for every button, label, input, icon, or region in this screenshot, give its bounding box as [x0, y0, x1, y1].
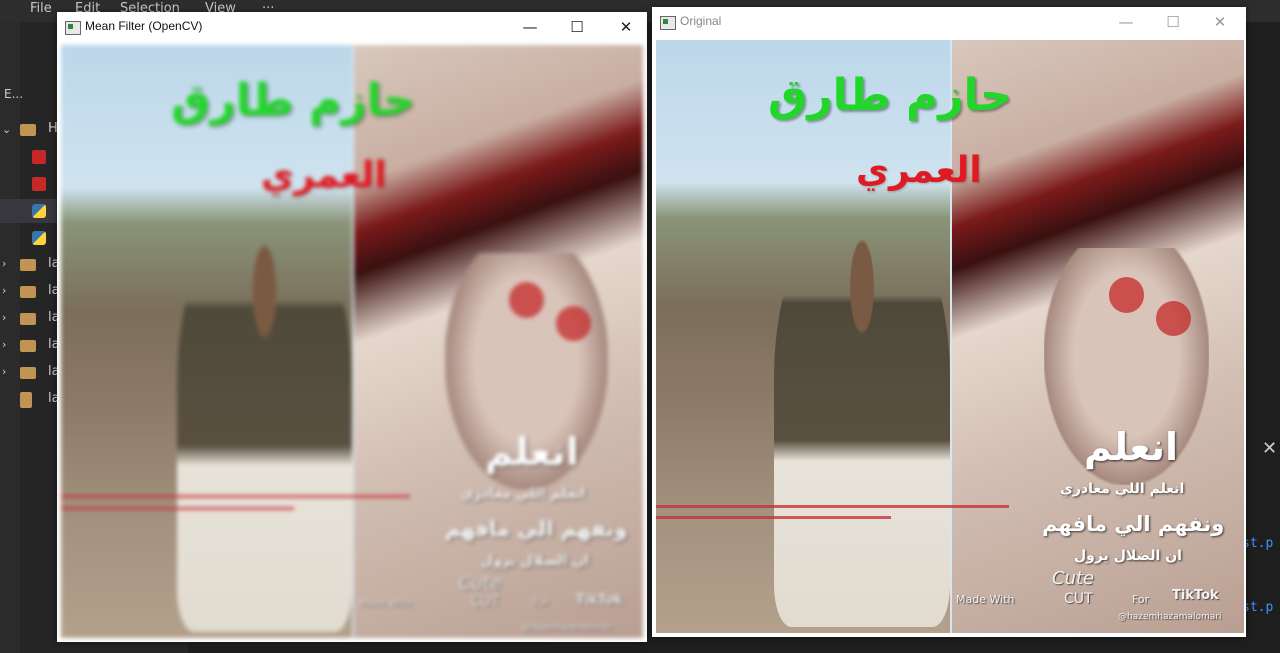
chevron-right-icon: › — [2, 338, 7, 351]
minimize-button[interactable]: — — [1111, 11, 1141, 33]
watermark-handle: @hazemhazamalomari — [1118, 612, 1222, 622]
red-stripe — [61, 507, 294, 510]
tree-item-file[interactable] — [0, 145, 60, 169]
folder-icon — [20, 367, 36, 379]
watermark-tiktok: TikTok — [576, 593, 623, 608]
menu-file[interactable]: File — [30, 1, 52, 16]
maximize-button[interactable]: ☐ — [562, 16, 592, 38]
tree-item-folder[interactable]: › la — [0, 280, 60, 304]
red-stripe — [61, 495, 411, 498]
glasses-lens — [1108, 277, 1145, 313]
tree-item-folder[interactable]: › la — [0, 361, 60, 385]
overlay-line-3: ان الضلال يزول — [481, 553, 589, 569]
overlay-line-2: ونفهم الي مافهم — [445, 517, 628, 541]
red-stripe — [656, 505, 1009, 508]
terminal-line: st.p — [1242, 536, 1274, 551]
window-title: Original — [680, 14, 722, 28]
folder-icon — [20, 313, 36, 325]
tree-item-folder[interactable]: › la — [0, 334, 60, 358]
window-title: Mean Filter (OpenCV) — [85, 19, 203, 33]
tree-item-folder[interactable]: › la — [0, 307, 60, 331]
watermark-for: For — [1132, 593, 1150, 606]
watermark-cute: Cute — [1052, 568, 1095, 589]
maximize-button[interactable]: ☐ — [1158, 11, 1188, 33]
overlay-big-word: انعلم — [1084, 425, 1179, 469]
python-file-icon — [32, 231, 46, 245]
red-stripe — [656, 516, 892, 519]
watermark-cut: CUT — [1064, 591, 1093, 607]
close-button[interactable]: ✕ — [1205, 11, 1235, 33]
tree-item-python[interactable] — [0, 226, 60, 250]
chevron-right-icon: › — [2, 257, 7, 270]
chevron-right-icon: › — [2, 311, 7, 324]
overlay-name-red: العمري — [856, 150, 982, 191]
opencv-app-icon — [65, 21, 81, 35]
overlay-big-word: انعلم — [485, 430, 580, 474]
tree-item-file[interactable] — [0, 172, 60, 196]
person-figure — [773, 211, 950, 628]
watermark-for: For — [533, 598, 549, 609]
glasses-lens — [509, 282, 545, 318]
tree-item-folder[interactable]: › la — [0, 253, 60, 277]
terminal-line: st.p — [1242, 600, 1274, 615]
image-divider — [352, 45, 354, 638]
image-divider — [950, 40, 952, 633]
overlay-name-green: حازم طارق — [171, 75, 415, 126]
mean-filter-window[interactable]: Mean Filter (OpenCV) — ☐ ✕ حازم طارق الع… — [57, 12, 647, 642]
video-file-icon — [32, 177, 46, 191]
video-file-icon — [32, 150, 46, 164]
watermark-made-with: Made With — [359, 598, 413, 609]
watermark-cut: CUT — [471, 594, 500, 610]
folder-icon — [20, 286, 36, 298]
overlay-line-1: انعلم اللي معادري — [461, 486, 586, 502]
original-image: حازم طارق العمري انعلم انعلم اللي معادري… — [656, 40, 1244, 633]
opencv-app-icon — [660, 16, 676, 30]
minimize-button[interactable]: — — [515, 16, 545, 38]
window-titlebar[interactable]: Original — ☐ ✕ — [652, 7, 1246, 37]
person-figure — [177, 216, 352, 633]
overlay-name-red: العمري — [261, 155, 387, 196]
overlay-name-green: حازم طارق — [768, 70, 1012, 121]
overlay-line-2: ونفهم الي مافهم — [1042, 512, 1225, 536]
chevron-right-icon: › — [2, 365, 7, 378]
watermark-tiktok: TikTok — [1172, 588, 1219, 603]
tree-item-root[interactable]: ⌄ H — [0, 118, 60, 142]
terminal-close-icon[interactable]: ✕ — [1262, 438, 1277, 459]
overlay-line-1: انعلم اللي معادري — [1060, 481, 1185, 497]
python-file-icon — [32, 204, 46, 218]
overlay-line-3: ان الضلال يزول — [1074, 548, 1182, 564]
tree-item-file[interactable]: la — [0, 388, 60, 412]
original-window[interactable]: Original — ☐ ✕ حازم طارق العمري انعلم ان… — [652, 7, 1246, 637]
file-tree: ⌄ H › la › la › la › la › la la — [0, 118, 60, 418]
folder-open-icon — [20, 124, 36, 136]
chevron-right-icon: › — [2, 284, 7, 297]
watermark-made-with: Made With — [956, 593, 1015, 606]
window-titlebar[interactable]: Mean Filter (OpenCV) — ☐ ✕ — [57, 12, 647, 42]
folder-icon — [20, 340, 36, 352]
tree-item-python-selected[interactable] — [0, 199, 60, 223]
watermark-cute: Cute — [459, 573, 502, 594]
file-icon — [20, 392, 32, 408]
explorer-label: E... — [4, 87, 24, 101]
watermark-handle: @hazemhazamalomari — [521, 623, 613, 632]
filtered-image: حازم طارق العمري انعلم انعلم اللي معادري… — [61, 45, 643, 638]
glasses-lens — [555, 305, 591, 342]
chevron-down-icon: ⌄ — [2, 123, 12, 136]
folder-icon — [20, 259, 36, 271]
close-button[interactable]: ✕ — [611, 16, 641, 38]
